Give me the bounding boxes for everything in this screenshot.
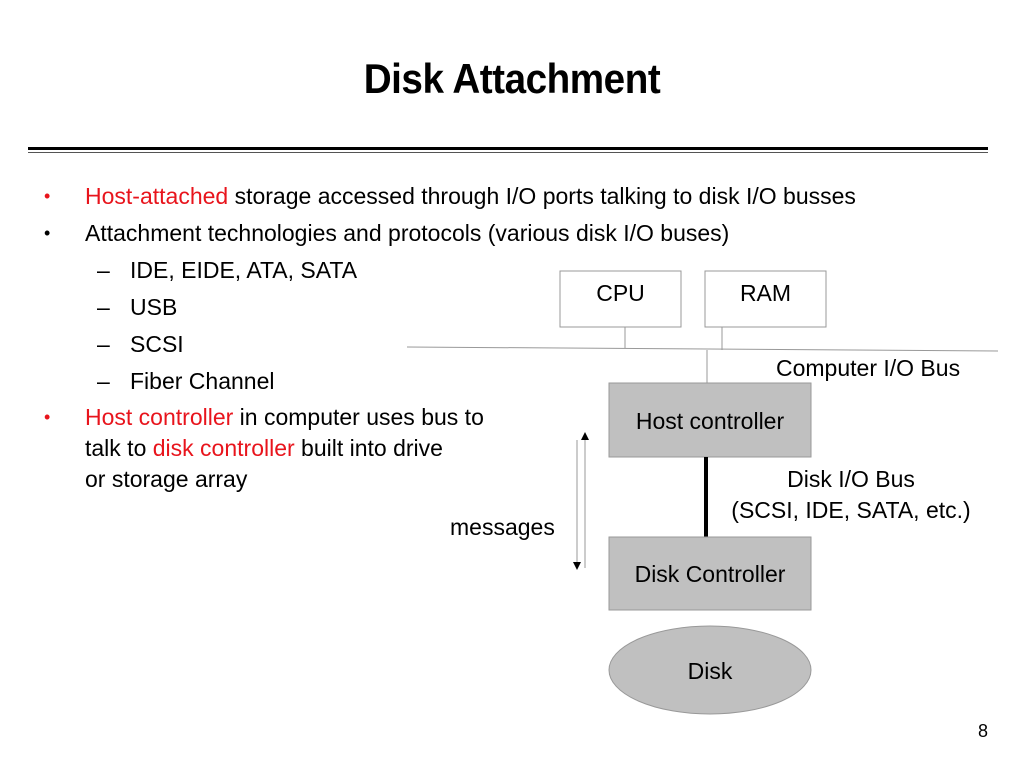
- page-number: 8: [977, 721, 988, 741]
- disk-label: Disk: [687, 658, 733, 684]
- disk-attachment-diagram: [406, 270, 999, 715]
- computer-io-bus-line: [406, 346, 999, 352]
- disk-io-bus-examples-label: (SCSI, IDE, SATA, etc.): [731, 497, 971, 523]
- ram-label: RAM: [739, 280, 792, 306]
- disk-io-bus-label: Disk I/O Bus: [787, 466, 915, 492]
- disk-controller-label: Disk Controller: [634, 561, 786, 587]
- host-controller-label: Host controller: [635, 408, 785, 434]
- computer-io-bus-label: Computer I/O Bus: [776, 355, 961, 381]
- messages-label: messages: [450, 514, 555, 540]
- cpu-label: CPU: [596, 280, 645, 306]
